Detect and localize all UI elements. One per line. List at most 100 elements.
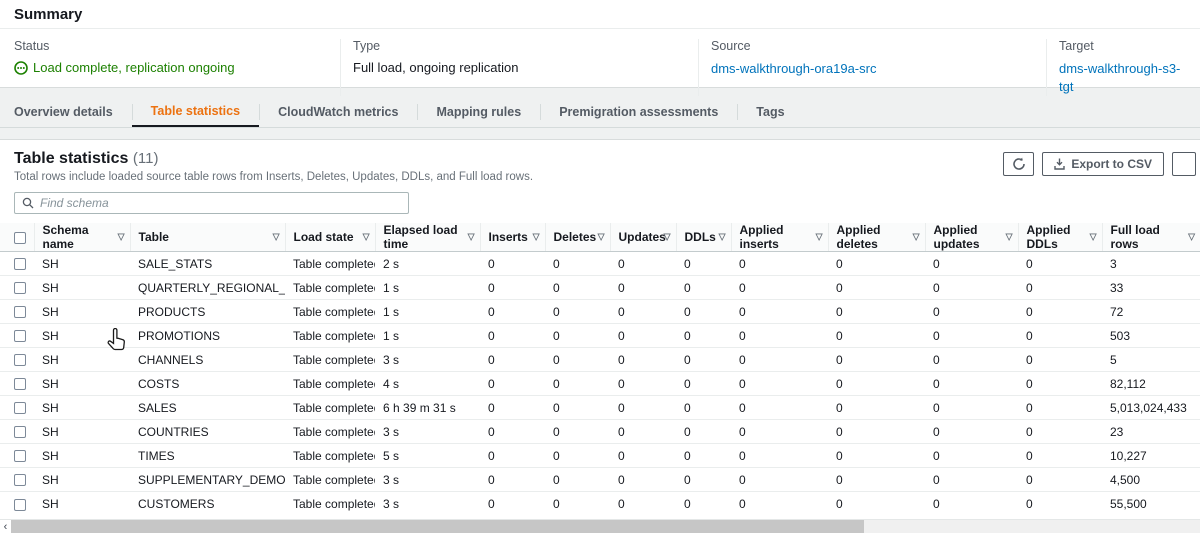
cell-schema-name: SH <box>34 348 130 372</box>
cell-schema-name: SH <box>34 468 130 492</box>
cell-table: QUARTERLY_REGIONAL_SALES <box>130 276 285 300</box>
cell-elapsed-load-time: 3 s <box>375 492 480 516</box>
filter-icon[interactable]: ▽ <box>533 232 540 243</box>
filter-icon[interactable]: ▽ <box>1090 232 1097 243</box>
col-deletes: Deletes▽ <box>545 223 610 252</box>
row-checkbox[interactable] <box>14 499 26 511</box>
row-checkbox[interactable] <box>14 306 26 318</box>
cell-applied-deletes: 0 <box>828 444 925 468</box>
filter-icon[interactable]: ▽ <box>816 232 823 243</box>
filter-icon[interactable]: ▽ <box>468 232 475 243</box>
filter-icon[interactable]: ▽ <box>273 232 280 243</box>
filter-icon[interactable]: ▽ <box>118 232 125 243</box>
cell-ddls: 0 <box>676 420 731 444</box>
tab-table-statistics[interactable]: Table statistics <box>132 97 259 127</box>
filter-icon[interactable]: ▽ <box>719 232 726 243</box>
select-all-checkbox[interactable] <box>14 232 26 244</box>
table-row: SH CHANNELS Table completed 3 s 0 0 0 0 … <box>0 348 1200 372</box>
cell-table: SALE_STATS <box>130 252 285 276</box>
scrollbar-thumb[interactable] <box>11 520 864 533</box>
row-checkbox[interactable] <box>14 330 26 342</box>
cell-applied-ddls: 0 <box>1018 396 1102 420</box>
cell-deletes: 0 <box>545 372 610 396</box>
status-value: Load complete, replication ongoing <box>33 60 235 75</box>
row-checkbox[interactable] <box>14 426 26 438</box>
tab-cloudwatch-metrics[interactable]: CloudWatch metrics <box>259 97 417 127</box>
filter-icon[interactable]: ▽ <box>664 232 671 243</box>
scroll-left-arrow-icon[interactable]: ‹ <box>0 520 11 533</box>
filter-icon[interactable]: ▽ <box>363 232 370 243</box>
cell-applied-inserts: 0 <box>731 348 828 372</box>
tab-overview-details[interactable]: Overview details <box>0 97 132 127</box>
export-to-csv-button[interactable]: Export to CSV <box>1042 152 1164 176</box>
cell-deletes: 0 <box>545 276 610 300</box>
cell-updates: 0 <box>610 324 676 348</box>
source-label: Source <box>711 39 1034 53</box>
find-schema-input[interactable] <box>40 196 401 210</box>
cell-applied-updates: 0 <box>925 324 1018 348</box>
row-checkbox[interactable] <box>14 474 26 486</box>
row-checkbox[interactable] <box>14 282 26 294</box>
settings-button-cropped[interactable] <box>1172 152 1196 176</box>
cell-ddls: 0 <box>676 492 731 516</box>
target-link[interactable]: dms-walkthrough-s3-tgt <box>1059 61 1180 94</box>
refresh-button[interactable] <box>1003 152 1034 176</box>
table-row: SH PRODUCTS Table completed 1 s 0 0 0 0 … <box>0 300 1200 324</box>
row-checkbox[interactable] <box>14 402 26 414</box>
cell-applied-ddls: 0 <box>1018 444 1102 468</box>
cell-applied-inserts: 0 <box>731 420 828 444</box>
col-applied-inserts: Applied inserts▽ <box>731 223 828 252</box>
search-icon <box>22 197 34 209</box>
row-checkbox[interactable] <box>14 450 26 462</box>
cell-load-state: Table completed <box>285 396 375 420</box>
tab-tags[interactable]: Tags <box>737 97 803 127</box>
cell-elapsed-load-time: 2 s <box>375 252 480 276</box>
cell-schema-name: SH <box>34 324 130 348</box>
cell-applied-updates: 0 <box>925 300 1018 324</box>
cell-applied-deletes: 0 <box>828 468 925 492</box>
scrollbar-track[interactable] <box>11 520 1200 533</box>
filter-icon[interactable]: ▽ <box>598 232 605 243</box>
cell-load-state: Table completed <box>285 276 375 300</box>
filter-icon[interactable]: ▽ <box>913 232 920 243</box>
cell-load-state: Table completed <box>285 348 375 372</box>
cell-elapsed-load-time: 3 s <box>375 420 480 444</box>
filter-icon[interactable]: ▽ <box>1188 232 1195 243</box>
cell-inserts: 0 <box>480 252 545 276</box>
cell-deletes: 0 <box>545 468 610 492</box>
source-link[interactable]: dms-walkthrough-ora19a-src <box>711 61 876 76</box>
cell-load-state: Table completed <box>285 468 375 492</box>
filter-icon[interactable]: ▽ <box>1006 232 1013 243</box>
tab-bar: Overview details Table statistics CloudW… <box>0 97 1200 128</box>
table-row: SH COUNTRIES Table completed 3 s 0 0 0 0… <box>0 420 1200 444</box>
cell-updates: 0 <box>610 468 676 492</box>
cell-applied-deletes: 0 <box>828 300 925 324</box>
cell-load-state: Table completed <box>285 324 375 348</box>
cell-load-state: Table completed <box>285 420 375 444</box>
row-checkbox[interactable] <box>14 378 26 390</box>
cell-applied-deletes: 0 <box>828 492 925 516</box>
col-updates: Updates▽ <box>610 223 676 252</box>
table-row: SH SALES Table completed 6 h 39 m 31 s 0… <box>0 396 1200 420</box>
cell-applied-updates: 0 <box>925 420 1018 444</box>
cell-table: CHANNELS <box>130 348 285 372</box>
cell-ddls: 0 <box>676 324 731 348</box>
cell-table: SALES <box>130 396 285 420</box>
col-schema-name: Schema name▽ <box>34 223 130 252</box>
cell-inserts: 0 <box>480 324 545 348</box>
cell-applied-deletes: 0 <box>828 348 925 372</box>
cell-inserts: 0 <box>480 372 545 396</box>
row-checkbox[interactable] <box>14 258 26 270</box>
cell-applied-deletes: 0 <box>828 252 925 276</box>
cell-applied-inserts: 0 <box>731 492 828 516</box>
cell-applied-updates: 0 <box>925 372 1018 396</box>
tab-premigration-assessments[interactable]: Premigration assessments <box>540 97 737 127</box>
cell-schema-name: SH <box>34 396 130 420</box>
cell-ddls: 0 <box>676 276 731 300</box>
cell-full-load-rows: 4,500 <box>1102 468 1200 492</box>
table-statistics-panel: Table statistics (11) Total rows include… <box>0 139 1200 521</box>
cell-schema-name: SH <box>34 444 130 468</box>
tab-mapping-rules[interactable]: Mapping rules <box>417 97 540 127</box>
cell-schema-name: SH <box>34 372 130 396</box>
row-checkbox[interactable] <box>14 354 26 366</box>
